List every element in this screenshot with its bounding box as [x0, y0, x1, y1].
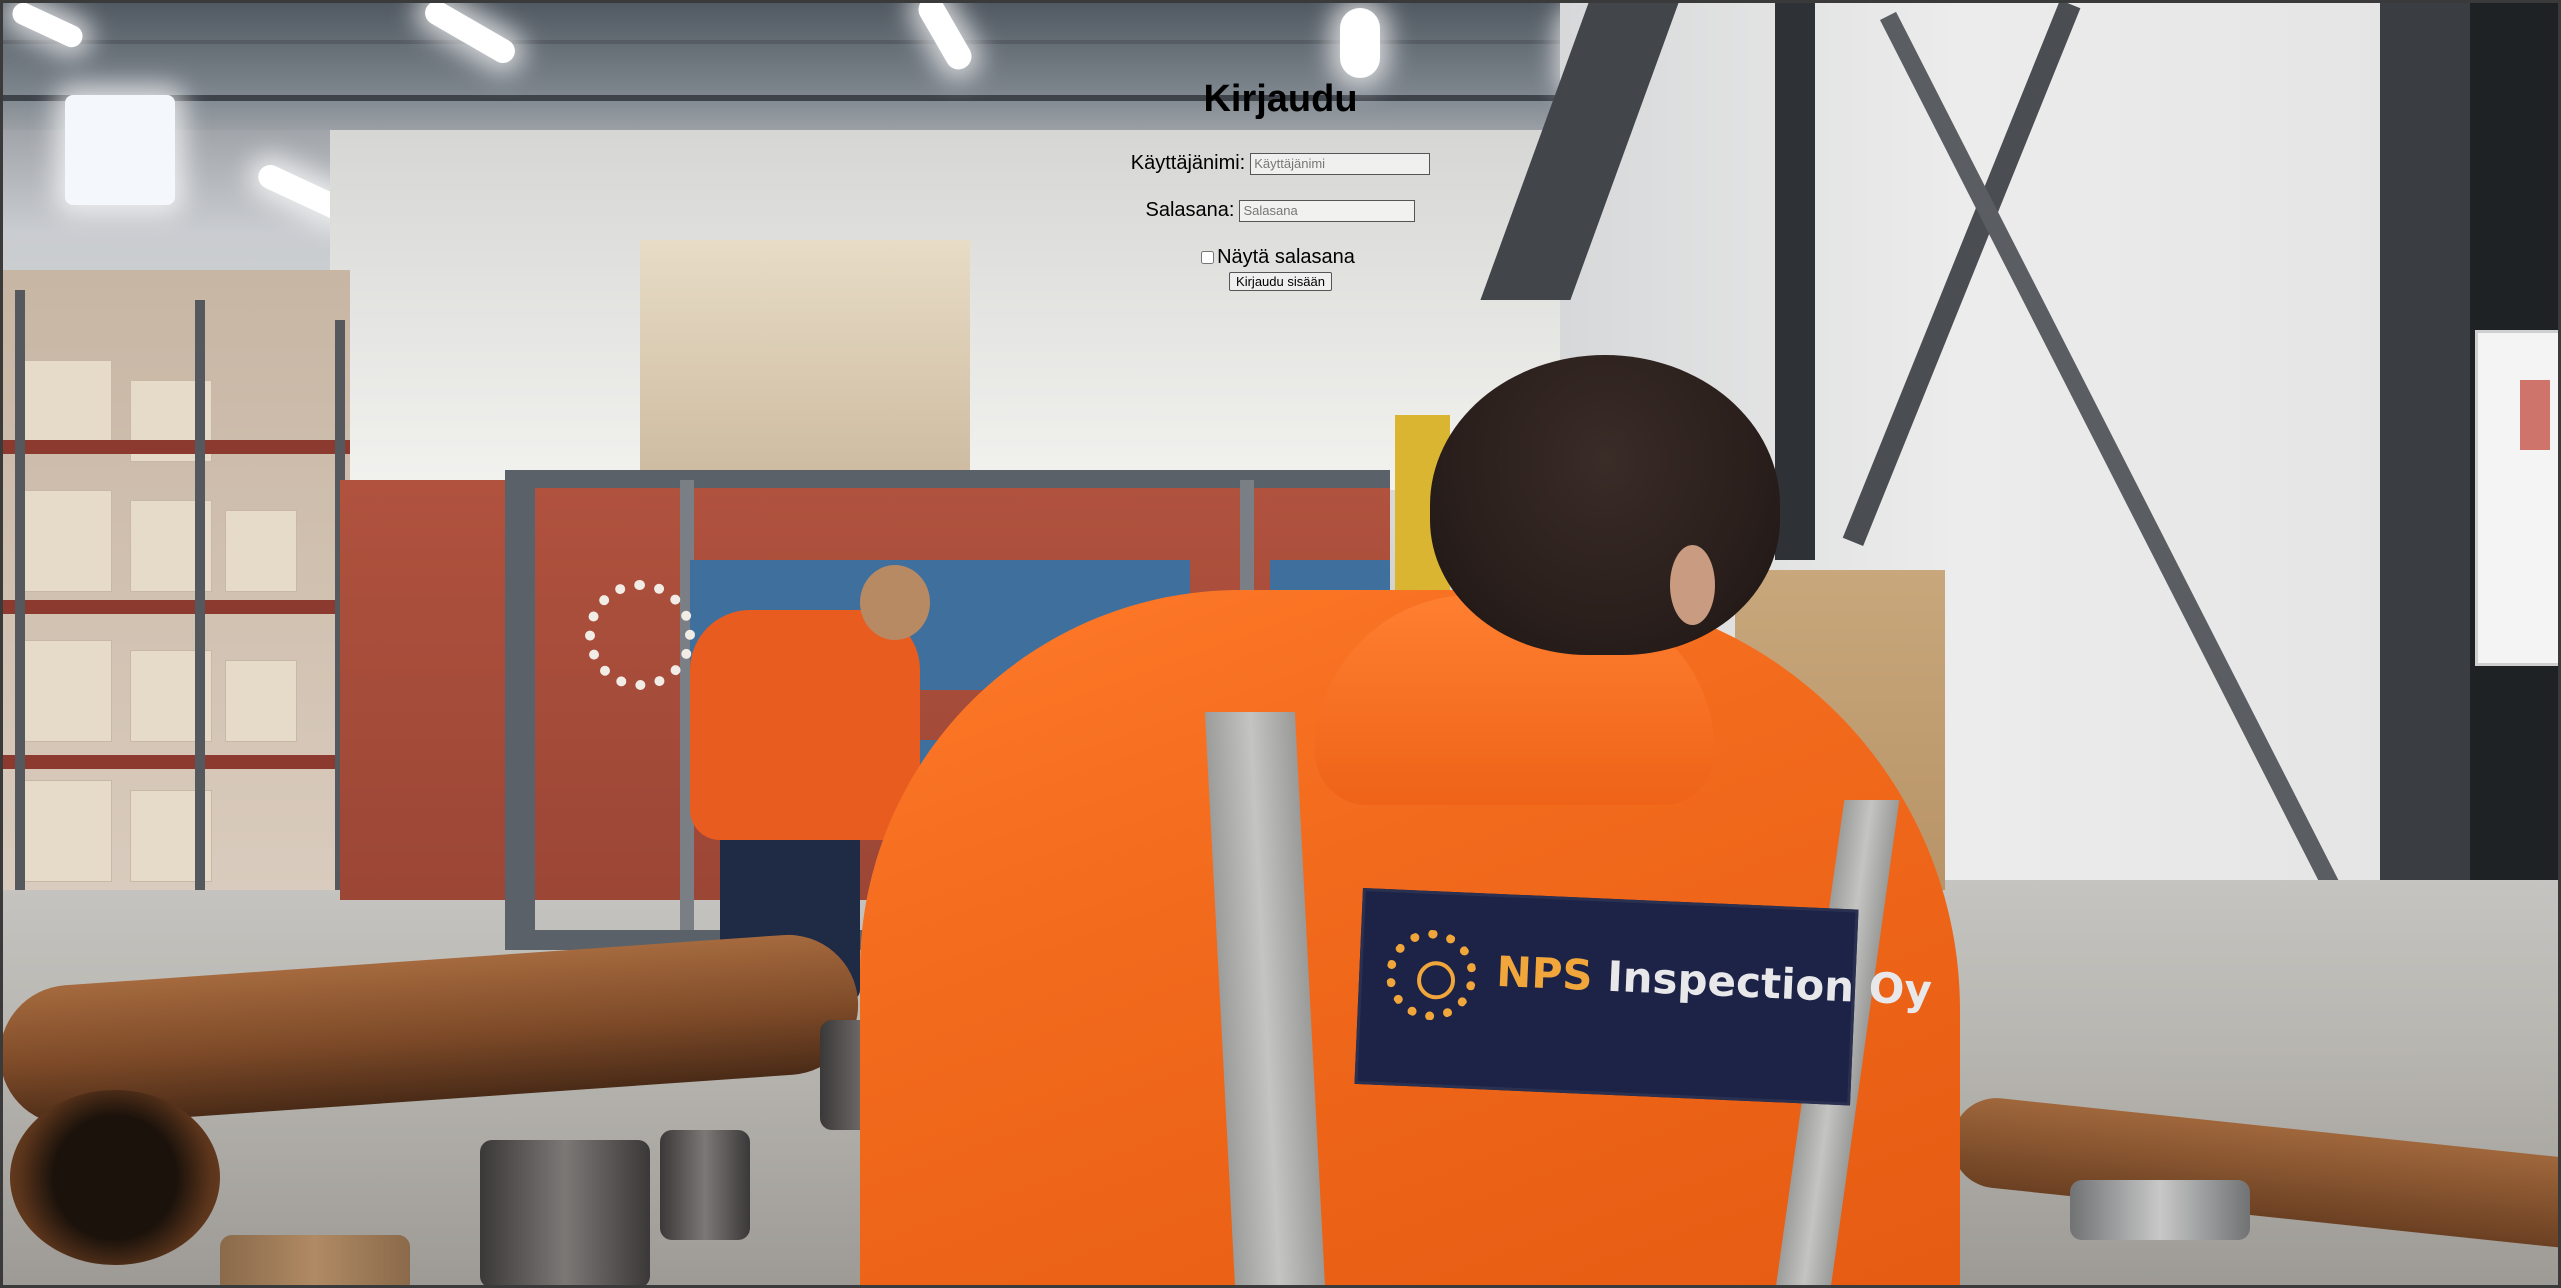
sun-logo-icon [1384, 928, 1479, 1022]
storage-box [20, 490, 112, 592]
background-photo: NPS Inspection Oy [0, 0, 2561, 1288]
shelf-post [15, 290, 25, 890]
shelf-beam [0, 755, 350, 769]
background-worker-jacket [690, 610, 920, 840]
storage-box [225, 660, 297, 742]
password-input[interactable] [1239, 199, 1416, 222]
shelf-post [195, 300, 205, 890]
ceiling-light [1340, 8, 1380, 78]
background-worker-head [860, 565, 930, 640]
submit-row: Kirjaudu sisään [0, 272, 2561, 291]
sun-logo-center [1416, 960, 1456, 1001]
username-row: Käyttäjänimi: [0, 152, 2561, 175]
storage-box [20, 780, 112, 882]
wall-sign-mark [2520, 380, 2550, 450]
storage-box [20, 360, 112, 452]
rack-frame [505, 470, 535, 950]
rack-ring-mark [585, 580, 695, 690]
pipe-opening [10, 1090, 220, 1265]
shelf-beam [0, 440, 350, 454]
company-patch: NPS Inspection Oy [1354, 888, 1933, 1106]
password-label: Salasana: [1145, 199, 1235, 221]
pipe-fitting [660, 1130, 750, 1240]
storage-box [225, 510, 297, 592]
worker-ear [1670, 545, 1715, 625]
shelf-beam [0, 600, 350, 614]
show-password-checkbox[interactable] [1201, 251, 1215, 264]
username-input[interactable] [1250, 152, 1431, 175]
worker-head [1430, 355, 1780, 655]
username-label: Käyttäjänimi: [1130, 152, 1246, 174]
page-title: Kirjaudu [1203, 78, 1358, 120]
storage-box [20, 640, 112, 742]
login-submit-button[interactable]: Kirjaudu sisään [1229, 272, 1332, 291]
patch-brand: NPS [1495, 946, 1594, 1001]
pipe-valve [2070, 1180, 2250, 1240]
pipe-fitting [480, 1140, 650, 1288]
password-row: Salasana: [0, 199, 2561, 222]
show-password-label: Näytä salasana [1217, 246, 1355, 268]
rack-frame [505, 470, 1390, 488]
show-password-row: Näytä salasana [0, 246, 2561, 269]
pipe-fitting [220, 1235, 410, 1288]
